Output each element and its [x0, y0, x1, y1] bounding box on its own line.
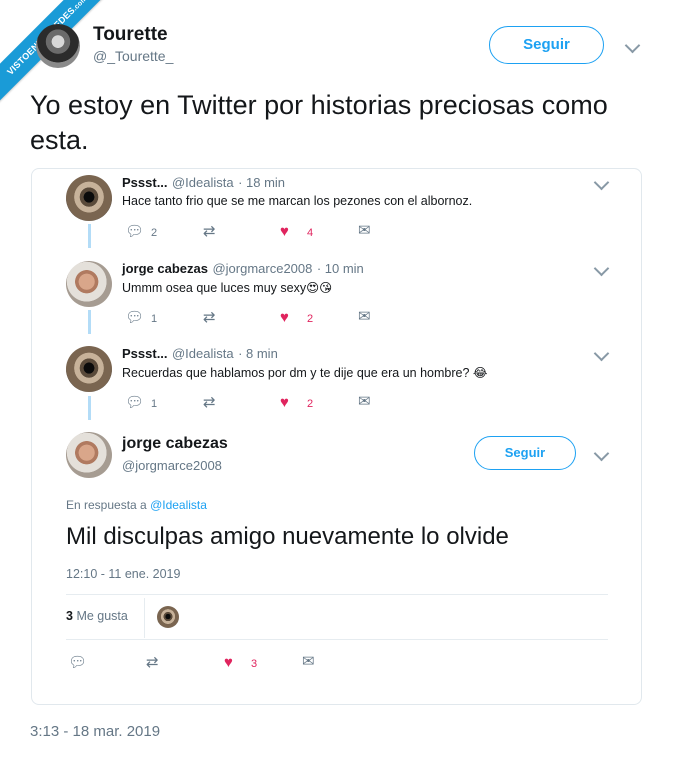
reply-icon[interactable]: 💬︎ [125, 310, 144, 325]
likes-separator [144, 598, 145, 638]
likes-summary[interactable]: 3 Me gusta [66, 609, 128, 623]
liker-avatar[interactable] [157, 606, 179, 628]
follow-button[interactable]: Seguir [474, 436, 576, 470]
reply-icon[interactable]: 💬︎ [125, 224, 144, 239]
reply-icon[interactable]: 💬︎ [125, 395, 144, 410]
like-count: 3 [251, 658, 258, 670]
in-reply-to: En respuesta a @Idealista [66, 498, 207, 512]
reply-text: Hace tanto frio que se me marcan los pez… [122, 194, 473, 208]
heart-icon[interactable]: ♥ [280, 395, 289, 410]
reply-avatar[interactable] [66, 346, 112, 392]
reply-text: Recuerdas que hablamos por dm y te dije … [122, 366, 470, 380]
thread-line [88, 396, 91, 420]
reply-avatar[interactable] [66, 175, 112, 221]
retweet-icon[interactable]: ⇄ [203, 310, 216, 325]
like-count: 4 [307, 227, 314, 239]
reply-handle[interactable]: @jorgmarce2008 [212, 261, 312, 276]
tweet-timestamp[interactable]: 3:13 - 18 mar. 2019 [30, 723, 160, 740]
reply-count: 1 [151, 398, 158, 410]
reply-text-line: Ummm osea que luces muy sexy😍😘 [122, 280, 332, 295]
reply-time: · 10 min [316, 261, 364, 276]
reply-icon[interactable]: 💬︎ [68, 655, 87, 670]
dm-icon[interactable]: ✉ [358, 223, 371, 238]
in-reply-handle-link[interactable]: @Idealista [150, 498, 207, 512]
reply-count: 2 [151, 227, 158, 239]
heart-icon[interactable]: ♥ [224, 655, 233, 670]
thread-line [88, 224, 91, 248]
reply-text-line: Recuerdas que hablamos por dm y te dije … [122, 365, 488, 380]
like-count: 2 [307, 313, 314, 325]
in-reply-prefix: En respuesta a [66, 498, 147, 512]
retweet-icon[interactable]: ⇄ [203, 224, 216, 239]
reply-count: 1 [151, 313, 158, 325]
heart-icon[interactable]: ♥ [280, 224, 289, 239]
reply-text: Ummm osea que luces muy sexy [122, 281, 307, 295]
retweet-icon[interactable]: ⇄ [203, 395, 216, 410]
author-avatar[interactable] [36, 24, 80, 68]
tweet-text: Yo estoy en Twitter por historias precio… [30, 90, 608, 155]
dm-icon[interactable]: ✉ [358, 309, 371, 324]
reply-handle[interactable]: @Idealista [172, 175, 234, 190]
follow-button[interactable]: Seguir [489, 26, 604, 64]
divider [66, 594, 608, 595]
main-reply-avatar[interactable] [66, 432, 112, 478]
reply-handle[interactable]: @Idealista [172, 346, 234, 361]
likes-label: Me gusta [76, 609, 128, 623]
author-handle[interactable]: @_Tourette_ [93, 48, 173, 64]
reply-header: jorge cabezas @jorgmarce2008 · 10 min [122, 260, 364, 278]
chevron-down-icon[interactable] [624, 37, 641, 54]
main-reply-text: Mil disculpas amigo nuevamente lo olvide [66, 523, 509, 550]
emoji: 😍😘 [306, 281, 333, 295]
likes-count: 3 [66, 609, 73, 623]
retweet-icon[interactable]: ⇄ [146, 655, 159, 670]
reply-header: Pssst... @Idealista · 8 min [122, 345, 278, 363]
reply-header: Pssst... @Idealista · 18 min [122, 174, 285, 192]
reply-name[interactable]: Pssst... [122, 346, 168, 361]
dm-icon[interactable]: ✉ [358, 394, 371, 409]
dm-icon[interactable]: ✉ [302, 654, 315, 669]
thread-line [88, 310, 91, 334]
reply-name[interactable]: jorge cabezas [122, 261, 208, 276]
watermark-domain: .com [71, 0, 89, 13]
divider [66, 639, 608, 640]
emoji: 😂 [472, 366, 488, 380]
main-reply-name[interactable]: jorge cabezas [122, 435, 228, 453]
reply-name[interactable]: Pssst... [122, 175, 168, 190]
heart-icon[interactable]: ♥ [280, 310, 289, 325]
author-name[interactable]: Tourette [93, 24, 168, 46]
reply-time: · 18 min [238, 175, 286, 190]
main-reply-timestamp[interactable]: 12:10 - 11 ene. 2019 [66, 567, 180, 581]
reply-avatar[interactable] [66, 261, 112, 307]
main-reply-handle[interactable]: @jorgmarce2008 [122, 458, 222, 473]
like-count: 2 [307, 398, 314, 410]
reply-time: · 8 min [238, 346, 278, 361]
